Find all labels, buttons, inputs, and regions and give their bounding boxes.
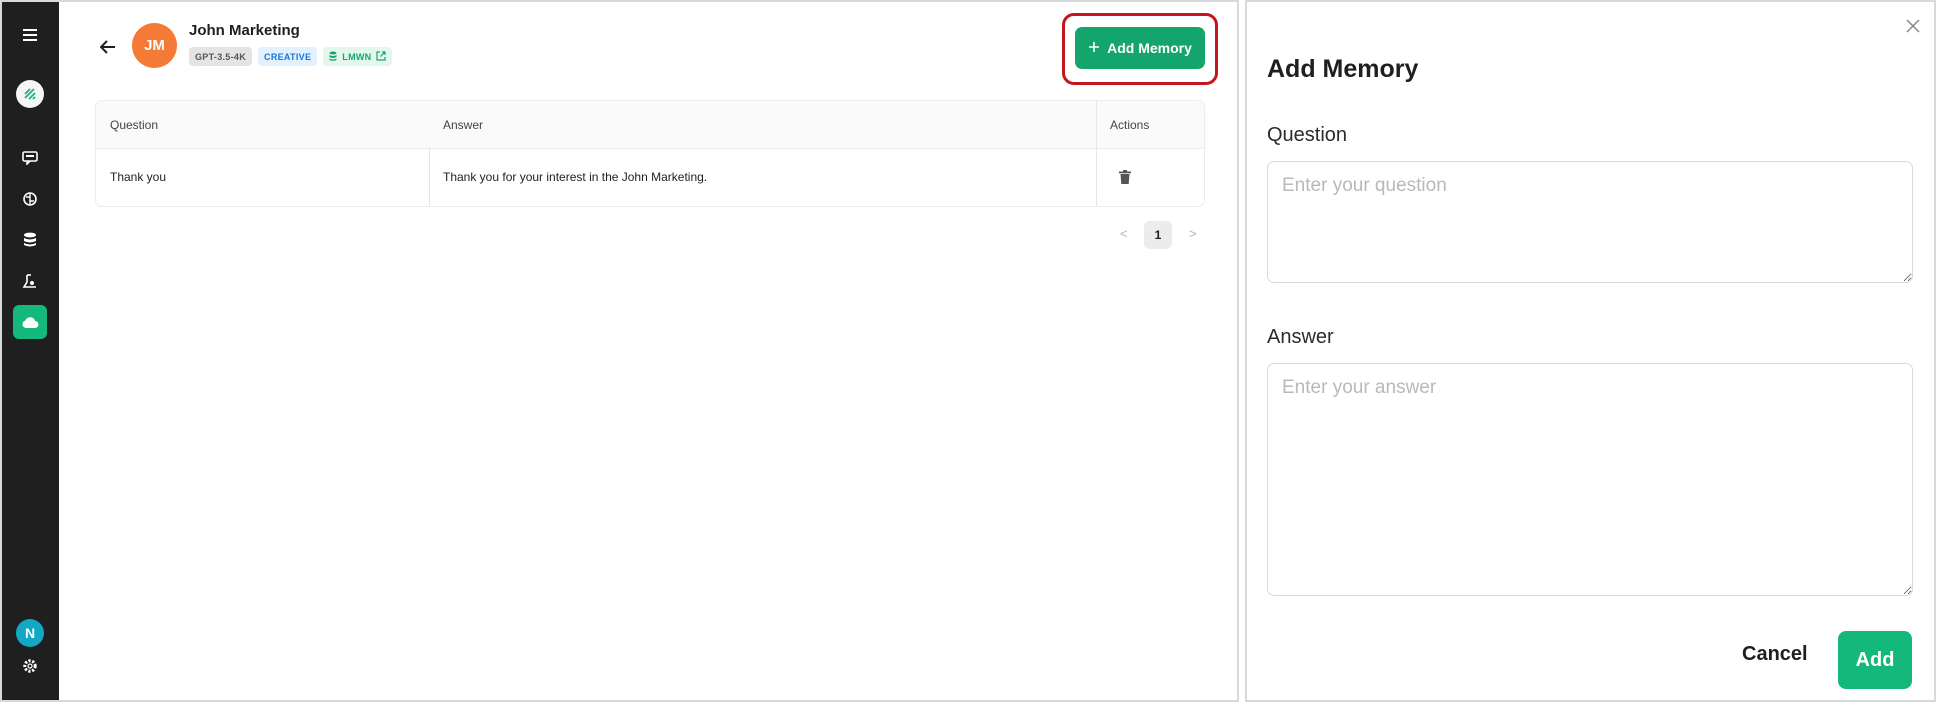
table-header xyxy=(96,101,1204,149)
mode-badge: CREATIVE xyxy=(258,47,318,66)
column-divider xyxy=(429,148,430,206)
column-header-actions: Actions xyxy=(1110,117,1150,132)
cloud-icon[interactable] xyxy=(13,305,47,339)
main-content: JM John Marketing GPT-3.5-4K CREATIVE LM… xyxy=(59,2,1237,700)
user-avatar[interactable]: N xyxy=(16,619,44,647)
cell-answer: Thank you for your interest in the John … xyxy=(443,170,708,184)
drawer-title: Add Memory xyxy=(1267,55,1419,83)
model-badge: GPT-3.5-4K xyxy=(189,47,253,66)
add-button[interactable]: Add xyxy=(1838,631,1912,689)
back-arrow-icon[interactable] xyxy=(97,36,119,58)
knowledge-badge-label: LMWN xyxy=(342,51,372,62)
agent-name: John Marketing xyxy=(189,22,300,39)
lab-icon[interactable] xyxy=(13,264,47,298)
agent-avatar: JM xyxy=(132,23,177,68)
brain-icon[interactable] xyxy=(13,182,47,216)
column-header-question: Question xyxy=(110,117,159,132)
add-memory-button[interactable]: Add Memory xyxy=(1075,27,1205,69)
pagination-current-page[interactable]: 1 xyxy=(1144,221,1172,249)
question-field[interactable] xyxy=(1267,161,1913,283)
add-memory-drawer: Add Memory Question Answer Cancel Add xyxy=(1245,0,1936,702)
question-label: Question xyxy=(1267,124,1348,146)
cancel-button[interactable]: Cancel xyxy=(1742,643,1808,666)
cell-question: Thank you xyxy=(110,170,167,184)
pagination-prev[interactable]: < xyxy=(1120,226,1128,241)
column-divider xyxy=(1096,101,1097,206)
pagination-next[interactable]: > xyxy=(1189,226,1197,241)
menu-icon[interactable] xyxy=(13,18,47,52)
knowledge-badge[interactable]: LMWN xyxy=(323,47,393,66)
database-icon[interactable] xyxy=(13,223,47,257)
database-icon xyxy=(329,51,337,63)
external-link-icon xyxy=(376,50,387,63)
memory-table: Question Answer Actions Thank you Thank … xyxy=(95,100,1205,207)
plus-icon xyxy=(1088,40,1100,56)
agent-tags: GPT-3.5-4K CREATIVE LMWN xyxy=(189,47,393,66)
sidebar: N xyxy=(2,2,59,700)
app-window: N JM John Marketing GPT-3.5-4K CREATIVE … xyxy=(0,0,1239,702)
logo-icon[interactable] xyxy=(16,80,44,108)
close-icon[interactable] xyxy=(1903,16,1923,36)
chat-icon[interactable] xyxy=(13,141,47,175)
add-memory-label: Add Memory xyxy=(1107,40,1192,56)
gear-icon[interactable] xyxy=(13,649,47,683)
trash-icon[interactable] xyxy=(1119,148,1131,206)
column-header-answer: Answer xyxy=(443,117,484,132)
answer-label: Answer xyxy=(1267,326,1334,348)
answer-field[interactable] xyxy=(1267,363,1913,596)
